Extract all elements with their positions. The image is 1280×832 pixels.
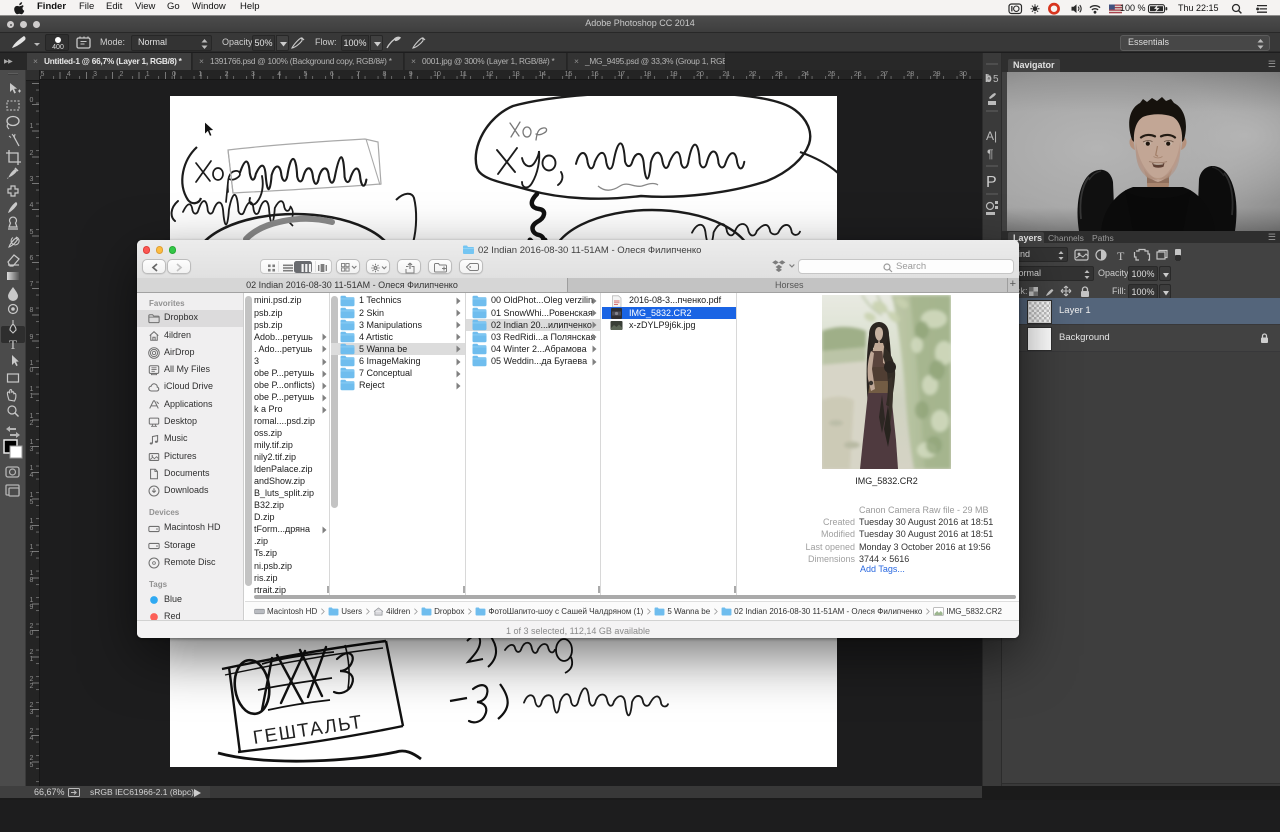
- svg-text:P: P: [986, 174, 997, 191]
- svg-text:¶: ¶: [987, 147, 993, 161]
- svg-text:A|: A|: [986, 129, 997, 143]
- svg-text:5: 5: [993, 74, 999, 85]
- svg-text:T: T: [9, 337, 17, 352]
- svg-text:T: T: [1117, 249, 1125, 262]
